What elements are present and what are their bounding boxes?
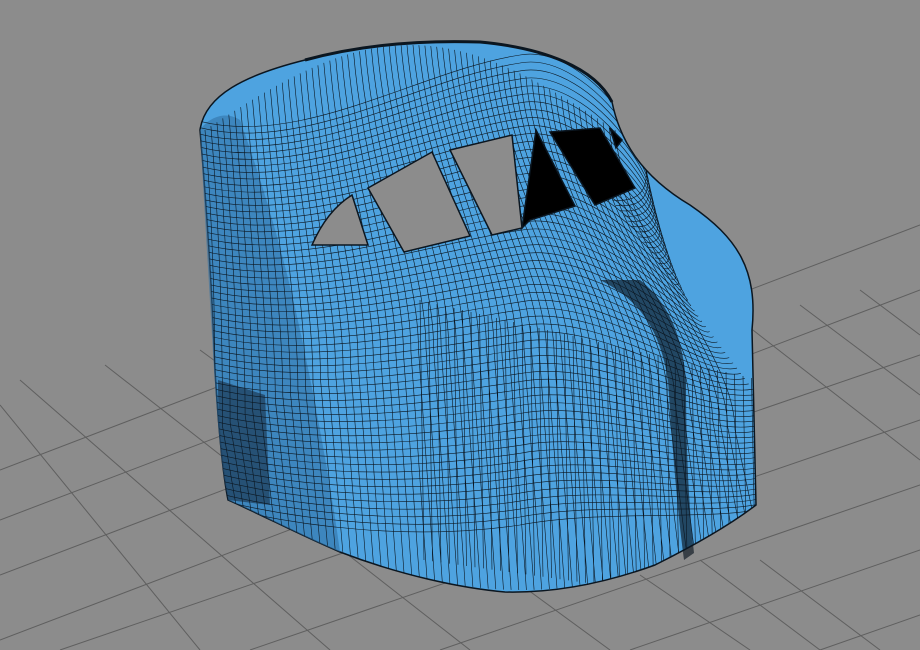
- viewport-3d[interactable]: [0, 0, 920, 650]
- locomotive-cab-model[interactable]: [195, 40, 757, 593]
- scene-canvas: [0, 40, 920, 650]
